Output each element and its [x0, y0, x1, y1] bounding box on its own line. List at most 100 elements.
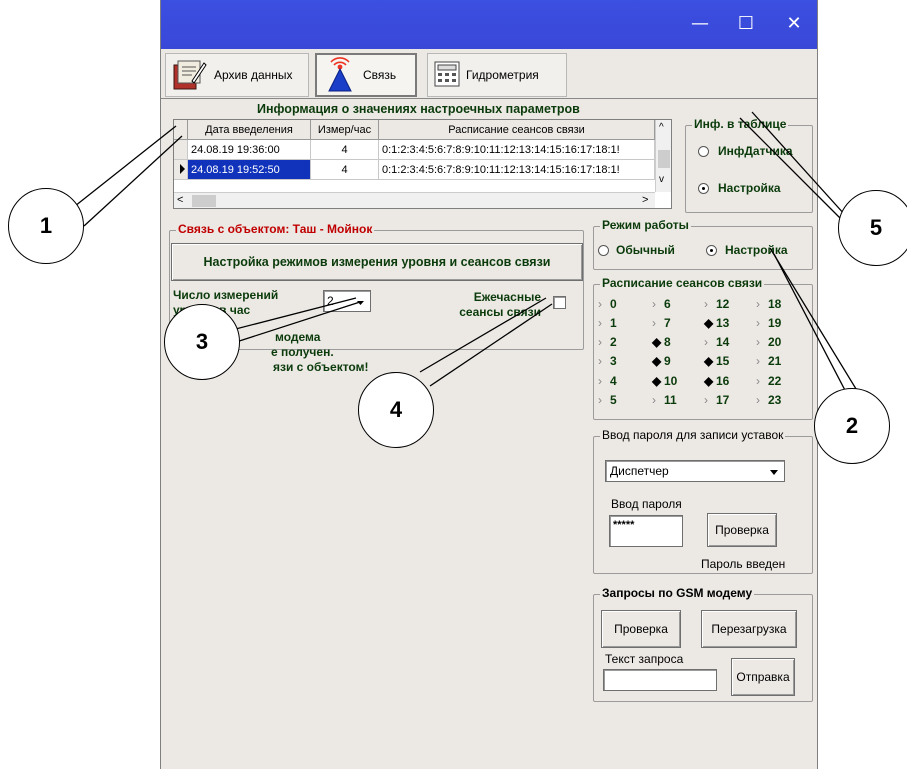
chevron-marker-icon: › — [598, 354, 602, 368]
tab-archive[interactable]: Архив данных — [165, 53, 309, 97]
schedule-hour-label: 2 — [610, 335, 617, 349]
schedule-hour-label: 16 — [716, 374, 730, 388]
hourly-checkbox[interactable] — [553, 296, 566, 309]
schedule-hour[interactable]: › 12 — [704, 297, 729, 311]
table-row-schedule[interactable]: 0:1:2:3:4:5:6:7:8:9:10:11:12:13:14:15:16… — [379, 140, 655, 160]
schedule-hour[interactable]: › 18 — [756, 297, 781, 311]
chevron-marker-icon: › — [598, 297, 602, 311]
vertical-scrollbar[interactable]: ^ v — [655, 120, 671, 192]
schedule-hour[interactable]: ◆ 8 — [652, 335, 671, 349]
tab-connection[interactable]: Связь — [315, 53, 417, 97]
gsm-reboot-button[interactable]: Перезагрузка — [701, 610, 797, 648]
gsm-text-field[interactable] — [603, 669, 717, 691]
schedule-hour[interactable]: ◆ 10 — [652, 374, 677, 388]
scroll-thumb-h[interactable] — [192, 195, 216, 207]
password-field[interactable]: ***** — [609, 515, 683, 547]
callout-5: 5 — [838, 190, 907, 266]
schedule-hour[interactable]: › 6 — [652, 297, 671, 311]
info-heading: Информация о значениях настроечных парам… — [257, 102, 580, 116]
scroll-thumb-v[interactable] — [658, 150, 670, 168]
schedule-hour[interactable]: › 22 — [756, 374, 781, 388]
gsm-text-label: Текст запроса — [605, 652, 684, 666]
settings-grid[interactable]: Дата введеления Измер/час Расписание сеа… — [173, 119, 672, 209]
diamond-marker-icon: ◆ — [652, 354, 662, 368]
row-indicator — [174, 140, 188, 160]
schedule-hour[interactable]: › 19 — [756, 316, 781, 330]
measurements-select[interactable]: 2 — [323, 290, 371, 312]
schedule-hour[interactable]: › 3 — [598, 354, 617, 368]
table-row-rate[interactable]: 4 — [311, 140, 379, 160]
schedule-hour-label: 23 — [768, 393, 782, 407]
schedule-hour[interactable]: › 5 — [598, 393, 617, 407]
antenna-icon — [323, 55, 357, 96]
schedule-hour-label: 19 — [768, 316, 782, 330]
schedule-hour[interactable]: › 23 — [756, 393, 781, 407]
grid-header-rate[interactable]: Измер/час — [311, 120, 379, 140]
gsm-send-button[interactable]: Отправка — [731, 658, 795, 696]
radio-mode-setup[interactable] — [706, 245, 717, 256]
grid-header-date[interactable]: Дата введеления — [188, 120, 311, 140]
chevron-marker-icon: › — [756, 297, 760, 311]
table-info-group: Инф. в таблице ИнфДатчика Настройка — [685, 117, 813, 213]
role-select[interactable]: Диспетчер — [605, 460, 785, 482]
radio-settings-info[interactable] — [698, 183, 709, 194]
minimize-button[interactable]: — — [677, 8, 723, 40]
schedule-hour-label: 21 — [768, 354, 782, 368]
chevron-marker-icon: › — [756, 335, 760, 349]
schedule-hour[interactable]: ◆ 13 — [704, 316, 729, 330]
radio-sensor-info-label: ИнфДатчика — [718, 144, 793, 158]
grid-header-schedule[interactable]: Расписание сеансов связи — [379, 120, 655, 140]
schedule-hour[interactable]: › 21 — [756, 354, 781, 368]
tab-hydrometry[interactable]: Гидрометрия — [427, 53, 567, 97]
schedule-hour[interactable]: › 2 — [598, 335, 617, 349]
scroll-left-icon[interactable]: < — [177, 194, 183, 206]
tab-hydrometry-label: Гидрометрия — [466, 68, 539, 82]
diamond-marker-icon: ◆ — [704, 354, 714, 368]
schedule-hour[interactable]: › 7 — [652, 316, 671, 330]
radio-sensor-info[interactable] — [698, 146, 709, 157]
schedule-hour[interactable]: › 0 — [598, 297, 617, 311]
schedule-hour[interactable]: ◆ 9 — [652, 354, 671, 368]
hourly-label-line1: Ежечасные — [473, 290, 541, 304]
schedule-hour[interactable]: › 14 — [704, 335, 729, 349]
table-row-rate[interactable]: 4 — [311, 160, 379, 180]
diamond-marker-icon: ◆ — [704, 316, 714, 330]
scroll-right-icon[interactable]: > — [642, 194, 648, 206]
chevron-down-icon[interactable] — [354, 296, 367, 309]
password-status: Пароль введен — [701, 557, 786, 571]
chevron-down-icon[interactable] — [767, 465, 781, 479]
schedule-hour-label: 4 — [610, 374, 617, 388]
radio-mode-normal[interactable] — [598, 245, 609, 256]
password-value: ***** — [613, 519, 635, 531]
maximize-button[interactable]: ☐ — [723, 8, 769, 40]
schedule-hour-label: 3 — [610, 354, 617, 368]
schedule-hour[interactable]: ◆ 15 — [704, 354, 729, 368]
chevron-marker-icon: › — [598, 316, 602, 330]
setup-modes-button[interactable]: Настройка режимов измерения уровня и сеа… — [171, 243, 583, 281]
chevron-marker-icon: › — [598, 335, 602, 349]
role-value: Диспетчер — [610, 464, 669, 478]
chevron-marker-icon: › — [756, 316, 760, 330]
schedule-hour[interactable]: ◆ 16 — [704, 374, 729, 388]
password-check-button[interactable]: Проверка — [707, 513, 777, 547]
schedule-hour-label: 20 — [768, 335, 782, 349]
gsm-check-button[interactable]: Проверка — [601, 610, 681, 648]
horizontal-scrollbar[interactable]: < > — [174, 192, 655, 208]
chevron-marker-icon: › — [704, 335, 708, 349]
scroll-down-icon[interactable]: v — [659, 174, 664, 185]
radio-mode-normal-label: Обычный — [616, 243, 675, 257]
schedule-hour[interactable]: › 1 — [598, 316, 617, 330]
scroll-up-icon[interactable]: ^ — [659, 122, 664, 133]
schedule-hour[interactable]: › 17 — [704, 393, 729, 407]
archive-icon — [172, 57, 208, 94]
schedule-hour[interactable]: › 4 — [598, 374, 617, 388]
table-row-schedule[interactable]: 0:1:2:3:4:5:6:7:8:9:10:11:12:13:14:15:16… — [379, 160, 655, 180]
table-row-date[interactable]: 24.08.19 19:36:00 — [188, 140, 311, 160]
chevron-marker-icon: › — [652, 316, 656, 330]
tab-strip: Архив данных Связь Гидрометрия — [161, 49, 817, 99]
schedule-hour[interactable]: › 11 — [652, 393, 677, 407]
close-button[interactable]: ✕ — [771, 8, 817, 40]
schedule-hour[interactable]: › 20 — [756, 335, 781, 349]
table-row-date-selected[interactable]: 24.08.19 19:52:50 — [188, 160, 311, 180]
table-info-title: Инф. в таблице — [692, 117, 789, 131]
